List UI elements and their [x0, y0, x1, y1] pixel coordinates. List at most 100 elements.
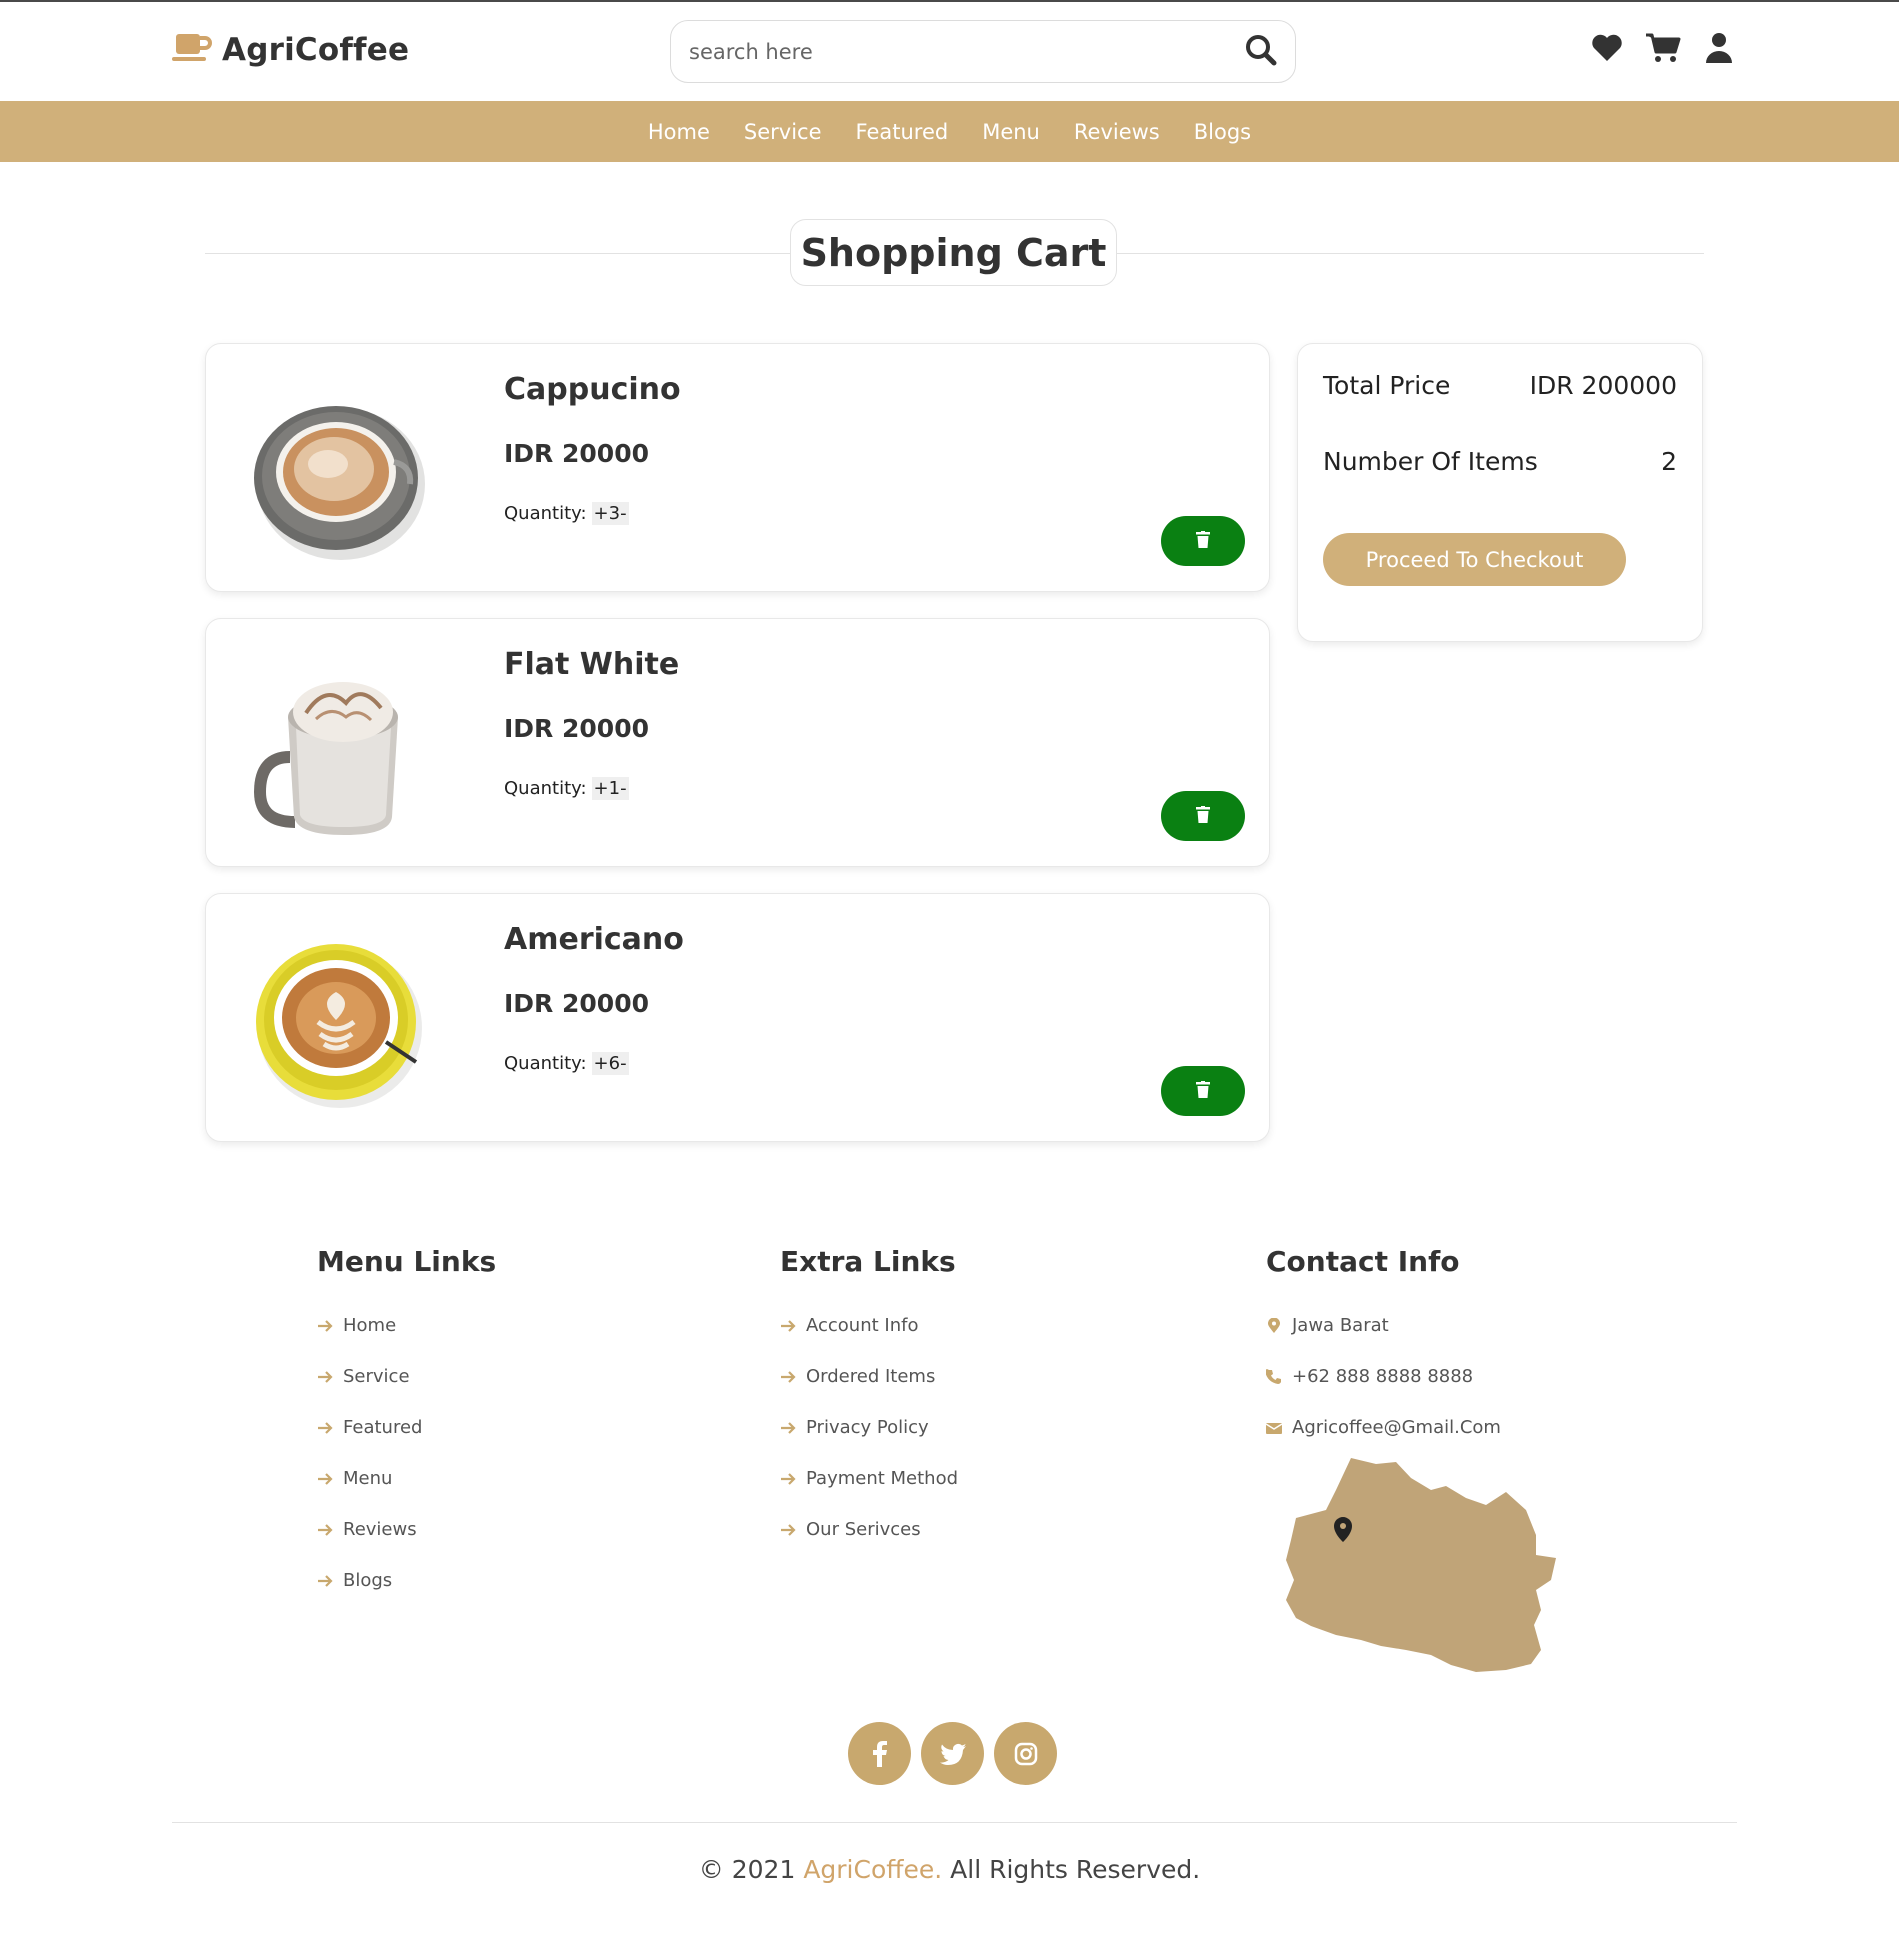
cart-item: Cappucino IDR 20000 Quantity: +3- [205, 343, 1270, 592]
footer-menu-title: Menu Links [317, 1245, 497, 1278]
footer-link-label: Our Serivces [806, 1519, 921, 1540]
coffee-cup-icon [172, 32, 212, 68]
logo-text: AgriCoffee [222, 32, 410, 68]
footer-link-label: Blogs [343, 1570, 393, 1591]
cappuccino-image [236, 372, 436, 572]
delete-button[interactable] [1161, 516, 1245, 566]
footer-link-our-services[interactable]: Our Serivces [780, 1504, 958, 1555]
footer-link-payment-method[interactable]: Payment Method [780, 1453, 958, 1504]
footer-link-featured[interactable]: Featured [317, 1402, 496, 1453]
arrow-right-icon [781, 1523, 796, 1536]
footer-link-label: Service [343, 1366, 410, 1387]
item-price: IDR 20000 [504, 714, 649, 743]
header-actions [1589, 30, 1737, 66]
total-price-row: Total Price IDR 200000 [1323, 371, 1677, 400]
contact-phone[interactable]: +62 888 8888 8888 [1266, 1351, 1501, 1402]
delete-button[interactable] [1161, 1066, 1245, 1116]
contact-email[interactable]: Agricoffee@Gmail.Com [1266, 1402, 1501, 1453]
arrow-right-icon [318, 1574, 333, 1587]
footer-link-label: Featured [343, 1417, 423, 1438]
footer-link-blogs[interactable]: Blogs [317, 1555, 496, 1606]
items-count-row: Number Of Items 2 [1323, 447, 1677, 476]
nav-blogs[interactable]: Blogs [1194, 120, 1251, 144]
arrow-right-icon [318, 1421, 333, 1434]
items-count-label: Number Of Items [1323, 447, 1538, 476]
main-nav: Home Service Featured Menu Reviews Blogs [0, 101, 1899, 162]
items-count-value: 2 [1661, 447, 1677, 476]
cart-icon[interactable] [1645, 30, 1681, 66]
footer-link-label: Reviews [343, 1519, 417, 1540]
footer-link-home[interactable]: Home [317, 1300, 496, 1351]
trash-icon [1195, 530, 1211, 552]
total-price-label: Total Price [1323, 371, 1451, 400]
item-quantity: Quantity: +1- [504, 777, 629, 800]
item-quantity: Quantity: +3- [504, 502, 629, 525]
flat-white-image [236, 647, 436, 847]
contact-email-text: Agricoffee@Gmail.Com [1292, 1417, 1501, 1438]
copyright: © 2021 AgriCoffee. All Rights Reserved. [0, 1855, 1899, 1884]
quantity-label: Quantity: [504, 1053, 587, 1074]
heart-icon[interactable] [1589, 30, 1625, 66]
footer-link-reviews[interactable]: Reviews [317, 1504, 496, 1555]
arrow-right-icon [318, 1472, 333, 1485]
quantity-stepper[interactable]: +1- [591, 777, 629, 800]
footer-contact-title: Contact Info [1266, 1245, 1460, 1278]
contact-location-text: Jawa Barat [1292, 1315, 1389, 1336]
footer-link-label: Privacy Policy [806, 1417, 929, 1438]
nav-reviews[interactable]: Reviews [1074, 120, 1160, 144]
nav-featured[interactable]: Featured [856, 120, 949, 144]
page-title-box: Shopping Cart [790, 219, 1117, 286]
twitter-icon[interactable] [921, 1722, 984, 1785]
nav-menu[interactable]: Menu [982, 120, 1040, 144]
contact-location: Jawa Barat [1266, 1300, 1501, 1351]
item-name: Cappucino [504, 372, 681, 407]
quantity-label: Quantity: [504, 503, 587, 524]
envelope-icon [1266, 1422, 1282, 1434]
quantity-stepper[interactable]: +3- [591, 502, 629, 525]
footer-contact-info: Contact Info Jawa Barat +62 888 8888 888… [1266, 1245, 1501, 1453]
footer-link-menu[interactable]: Menu [317, 1453, 496, 1504]
footer-link-privacy-policy[interactable]: Privacy Policy [780, 1402, 958, 1453]
cart-item: Americano IDR 20000 Quantity: +6- [205, 893, 1270, 1142]
user-icon[interactable] [1701, 30, 1737, 66]
map-pin-icon [1268, 1317, 1280, 1333]
item-name: Flat White [504, 647, 680, 682]
contact-phone-text: +62 888 8888 8888 [1292, 1366, 1474, 1387]
nav-home[interactable]: Home [648, 120, 710, 144]
search-input[interactable] [689, 39, 1245, 64]
footer-extra-title: Extra Links [780, 1245, 956, 1278]
footer-link-label: Account Info [806, 1315, 919, 1336]
search-bar [670, 20, 1296, 83]
instagram-icon[interactable] [994, 1722, 1057, 1785]
footer-link-label: Payment Method [806, 1468, 959, 1489]
cart-summary: Total Price IDR 200000 Number Of Items 2… [1297, 343, 1703, 642]
footer-link-label: Home [343, 1315, 397, 1336]
copyright-brand[interactable]: AgriCoffee. [803, 1855, 942, 1884]
delete-button[interactable] [1161, 791, 1245, 841]
nav-service[interactable]: Service [744, 120, 822, 144]
header: AgriCoffee [0, 2, 1899, 101]
item-price: IDR 20000 [504, 989, 649, 1018]
quantity-label: Quantity: [504, 778, 587, 799]
footer-link-service[interactable]: Service [317, 1351, 496, 1402]
trash-icon [1195, 805, 1211, 827]
quantity-stepper[interactable]: +6- [591, 1052, 629, 1075]
arrow-right-icon [781, 1472, 796, 1485]
footer-link-account-info[interactable]: Account Info [780, 1300, 958, 1351]
trash-icon [1195, 1080, 1211, 1102]
item-name: Americano [504, 922, 684, 957]
arrow-right-icon [318, 1370, 333, 1383]
americano-image [236, 922, 436, 1122]
total-price-value: IDR 200000 [1529, 371, 1677, 400]
copyright-suffix: All Rights Reserved. [950, 1855, 1201, 1884]
page-title: Shopping Cart [800, 230, 1107, 275]
west-java-map [1266, 1450, 1606, 1700]
copyright-prefix: © 2021 [698, 1855, 796, 1884]
cart-item: Flat White IDR 20000 Quantity: +1- [205, 618, 1270, 867]
logo[interactable]: AgriCoffee [172, 32, 409, 68]
facebook-icon[interactable] [848, 1722, 911, 1785]
footer-divider [172, 1822, 1737, 1823]
footer-link-ordered-items[interactable]: Ordered Items [780, 1351, 958, 1402]
checkout-button[interactable]: Proceed To Checkout [1323, 533, 1626, 586]
search-icon[interactable] [1245, 34, 1277, 70]
